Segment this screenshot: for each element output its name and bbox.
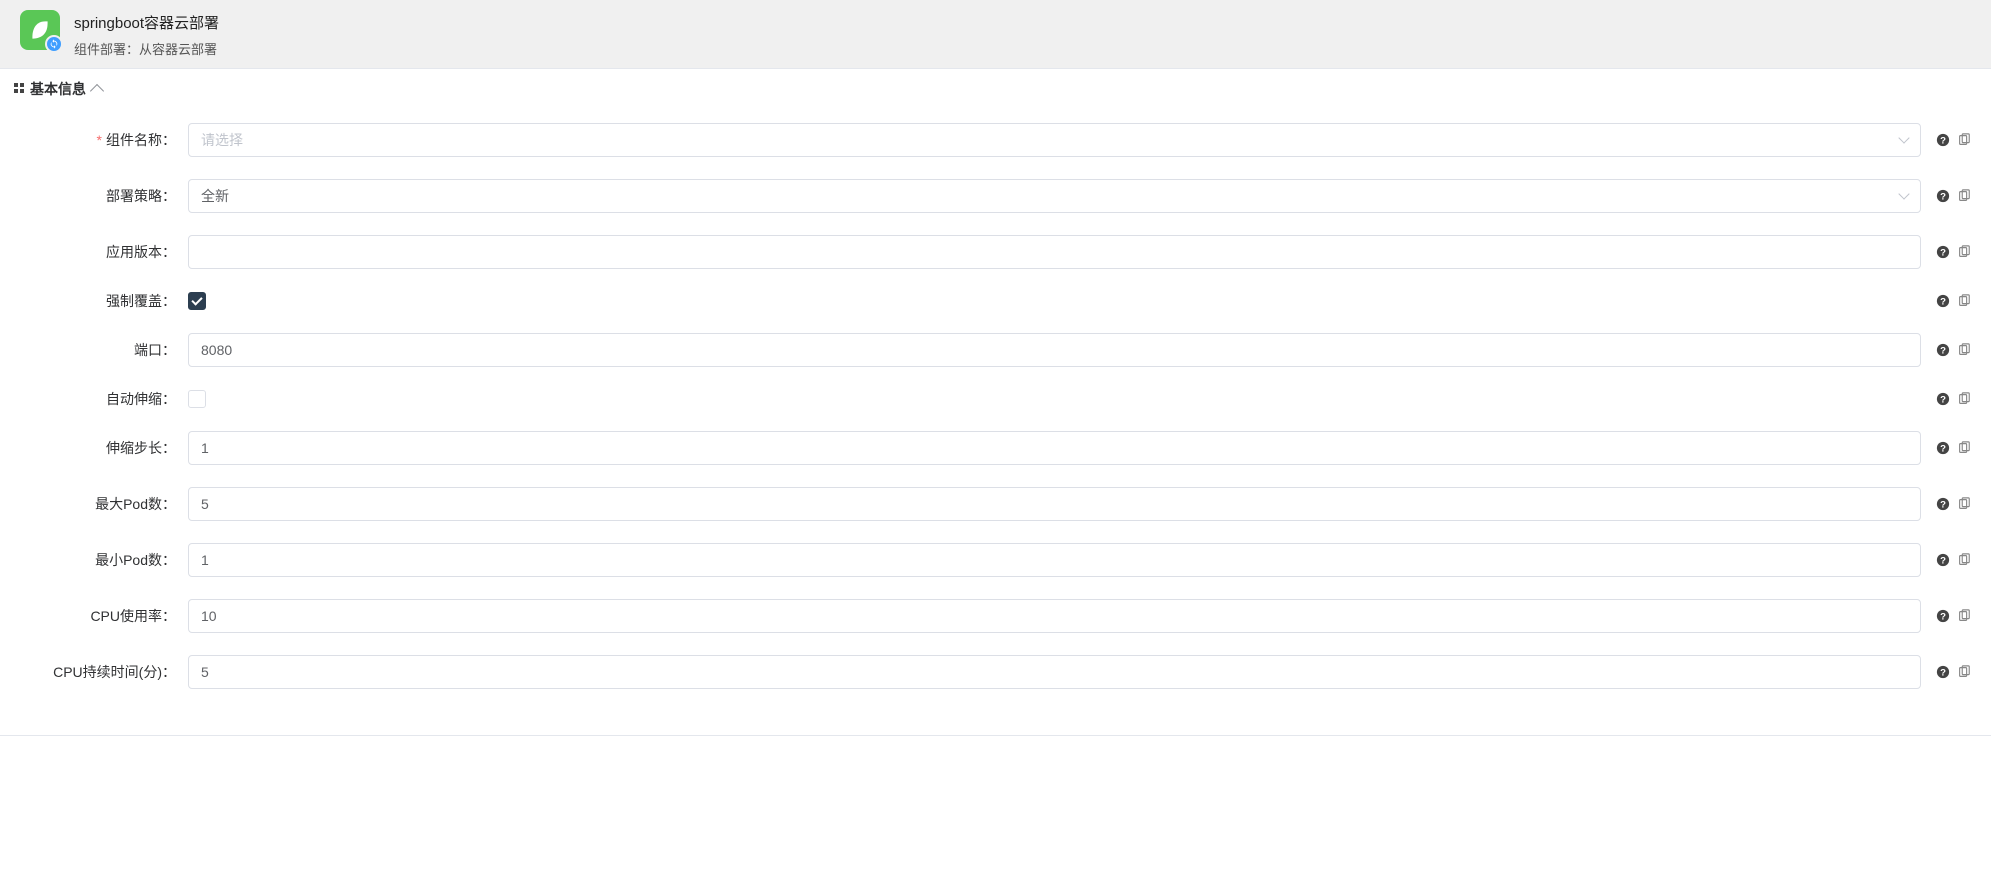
input-scale-step-wrapper xyxy=(188,431,1921,465)
app-icon xyxy=(20,10,60,50)
input-max-pod[interactable] xyxy=(201,488,1908,520)
select-deploy-strategy[interactable]: 全新 xyxy=(188,179,1921,213)
row-component-name: *组件名称： 请选择 ? xyxy=(20,123,1971,157)
svg-text:?: ? xyxy=(1940,248,1946,259)
label-component-name: *组件名称： xyxy=(20,130,188,150)
checkbox-force-override[interactable] xyxy=(188,292,206,310)
help-icon[interactable]: ? xyxy=(1935,294,1950,309)
select-component-name[interactable]: 请选择 xyxy=(188,123,1921,157)
refresh-badge-icon xyxy=(45,35,63,53)
chevron-up-icon xyxy=(90,84,104,98)
chevron-down-icon xyxy=(1898,188,1909,199)
copy-icon[interactable] xyxy=(1956,441,1971,456)
row-max-pod: 最大Pod数： ? xyxy=(20,487,1971,521)
input-min-pod-wrapper xyxy=(188,543,1921,577)
input-cpu-usage[interactable] xyxy=(201,600,1908,632)
copy-icon[interactable] xyxy=(1956,553,1971,568)
input-app-version-wrapper xyxy=(188,235,1921,269)
input-min-pod[interactable] xyxy=(201,544,1908,576)
input-max-pod-wrapper xyxy=(188,487,1921,521)
label-cpu-duration: CPU持续时间(分)： xyxy=(20,662,188,682)
checkbox-auto-scale[interactable] xyxy=(188,390,206,408)
label-min-pod: 最小Pod数： xyxy=(20,550,188,570)
input-port[interactable] xyxy=(201,334,1908,366)
svg-text:?: ? xyxy=(1940,668,1946,679)
help-icon[interactable]: ? xyxy=(1935,343,1950,358)
row-force-override: 强制覆盖： ? xyxy=(20,291,1971,311)
row-deploy-strategy: 部署策略： 全新 ? xyxy=(20,179,1971,213)
label-auto-scale: 自动伸缩： xyxy=(20,389,188,409)
row-port: 端口： ? xyxy=(20,333,1971,367)
help-icon[interactable]: ? xyxy=(1935,245,1950,260)
svg-text:?: ? xyxy=(1940,136,1946,147)
input-cpu-usage-wrapper xyxy=(188,599,1921,633)
input-scale-step[interactable] xyxy=(201,432,1908,464)
label-deploy-strategy: 部署策略： xyxy=(20,186,188,206)
help-icon[interactable]: ? xyxy=(1935,441,1950,456)
section-title: 基本信息 xyxy=(30,79,86,99)
copy-icon[interactable] xyxy=(1956,245,1971,260)
help-icon[interactable]: ? xyxy=(1935,133,1950,148)
header-title: springboot容器云部署 xyxy=(74,12,219,33)
row-cpu-duration: CPU持续时间(分)： ? xyxy=(20,655,1971,689)
row-app-version: 应用版本： ? xyxy=(20,235,1971,269)
section-header[interactable]: 基本信息 xyxy=(0,69,1991,109)
svg-text:?: ? xyxy=(1940,192,1946,203)
row-min-pod: 最小Pod数： ? xyxy=(20,543,1971,577)
select-component-name-placeholder: 请选择 xyxy=(201,130,243,150)
row-cpu-usage: CPU使用率： ? xyxy=(20,599,1971,633)
label-cpu-usage: CPU使用率： xyxy=(20,606,188,626)
copy-icon[interactable] xyxy=(1956,609,1971,624)
select-deploy-strategy-value: 全新 xyxy=(201,186,229,206)
help-icon[interactable]: ? xyxy=(1935,189,1950,204)
svg-text:?: ? xyxy=(1940,297,1946,308)
header-subtitle: 组件部署：从容器云部署 xyxy=(74,39,219,58)
input-port-wrapper xyxy=(188,333,1921,367)
copy-icon[interactable] xyxy=(1956,294,1971,309)
svg-text:?: ? xyxy=(1940,346,1946,357)
label-max-pod: 最大Pod数： xyxy=(20,494,188,514)
page-header: springboot容器云部署 组件部署：从容器云部署 xyxy=(0,0,1991,68)
help-icon[interactable]: ? xyxy=(1935,497,1950,512)
copy-icon[interactable] xyxy=(1956,189,1971,204)
header-text: springboot容器云部署 组件部署：从容器云部署 xyxy=(74,10,219,58)
form-body: *组件名称： 请选择 ? 部署策略： 全新 xyxy=(0,109,1991,735)
row-auto-scale: 自动伸缩： ? xyxy=(20,389,1971,409)
svg-text:?: ? xyxy=(1940,556,1946,567)
label-port: 端口： xyxy=(20,340,188,360)
svg-text:?: ? xyxy=(1940,395,1946,406)
chevron-down-icon xyxy=(1898,132,1909,143)
copy-icon[interactable] xyxy=(1956,665,1971,680)
grip-icon xyxy=(14,83,24,95)
svg-text:?: ? xyxy=(1940,444,1946,455)
label-force-override: 强制覆盖： xyxy=(20,291,188,311)
copy-icon[interactable] xyxy=(1956,392,1971,407)
input-cpu-duration-wrapper xyxy=(188,655,1921,689)
svg-text:?: ? xyxy=(1940,612,1946,623)
help-icon[interactable]: ? xyxy=(1935,665,1950,680)
help-icon[interactable]: ? xyxy=(1935,392,1950,407)
copy-icon[interactable] xyxy=(1956,497,1971,512)
basic-info-section: 基本信息 *组件名称： 请选择 ? 部署策略： xyxy=(0,68,1991,736)
svg-text:?: ? xyxy=(1940,500,1946,511)
copy-icon[interactable] xyxy=(1956,343,1971,358)
copy-icon[interactable] xyxy=(1956,133,1971,148)
label-scale-step: 伸缩步长： xyxy=(20,438,188,458)
label-app-version: 应用版本： xyxy=(20,242,188,262)
input-cpu-duration[interactable] xyxy=(201,656,1908,688)
input-app-version[interactable] xyxy=(201,236,1908,268)
row-scale-step: 伸缩步长： ? xyxy=(20,431,1971,465)
help-icon[interactable]: ? xyxy=(1935,609,1950,624)
help-icon[interactable]: ? xyxy=(1935,553,1950,568)
